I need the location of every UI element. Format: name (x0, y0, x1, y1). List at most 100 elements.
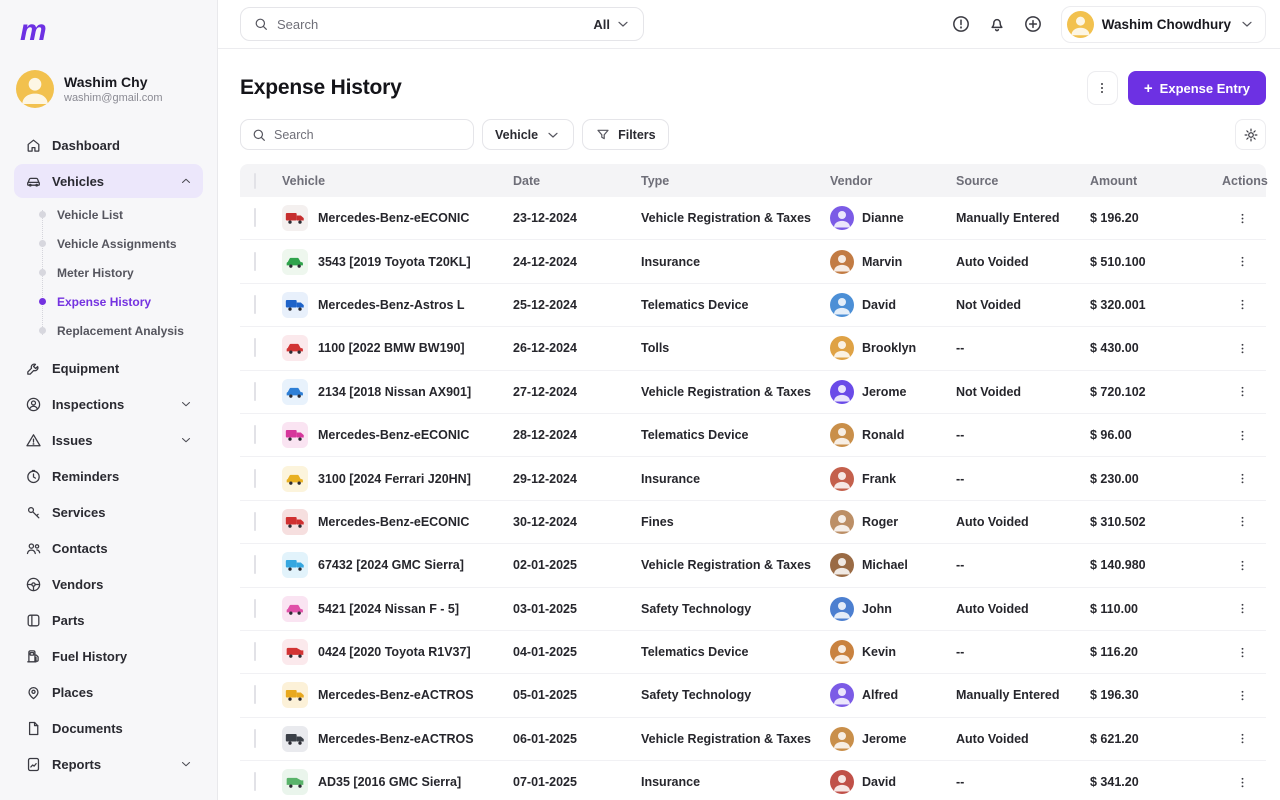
row-checkbox[interactable] (254, 425, 256, 444)
expense-amount: $ 310.502 (1090, 515, 1222, 529)
vehicle-thumbnail-icon (282, 292, 308, 318)
row-checkbox[interactable] (254, 685, 256, 704)
row-actions-button[interactable] (1235, 775, 1250, 790)
sidebar-item-dashboard[interactable]: Dashboard (14, 128, 203, 162)
vendor-name: Jerome (862, 385, 906, 399)
expense-entry-button[interactable]: + Expense Entry (1128, 71, 1266, 105)
expense-source: -- (956, 558, 1090, 572)
sidebar-item-parts[interactable]: Parts (14, 603, 203, 637)
sidebar-item-places[interactable]: Places (14, 675, 203, 709)
search-scope-dropdown[interactable]: All (593, 16, 631, 32)
row-checkbox[interactable] (254, 729, 256, 748)
plus-icon: + (1144, 80, 1153, 97)
row-checkbox[interactable] (254, 599, 256, 618)
expense-amount: $ 140.980 (1090, 558, 1222, 572)
row-actions-button[interactable] (1235, 211, 1250, 226)
account-name: Washim Chowdhury (1102, 17, 1231, 32)
row-checkbox[interactable] (254, 772, 256, 791)
row-checkbox[interactable] (254, 555, 256, 574)
expense-amount: $ 621.20 (1090, 732, 1222, 746)
row-checkbox[interactable] (254, 512, 256, 531)
vendor-avatar (830, 250, 854, 274)
vendor-avatar (830, 640, 854, 664)
global-search-input[interactable] (277, 17, 585, 32)
sidebar-item-inspections[interactable]: Inspections (14, 387, 203, 421)
vehicle-name: 5421 [2024 Nissan F - 5] (318, 602, 459, 616)
sidebar-item-vehicle-assignments[interactable]: Vehicle Assignments (39, 229, 203, 258)
table-search-input[interactable] (274, 128, 463, 142)
row-actions-button[interactable] (1235, 645, 1250, 660)
vendor-name: Marvin (862, 255, 902, 269)
bullet-dot-icon (39, 298, 46, 305)
fuel-icon (24, 647, 42, 665)
sidebar-item-contacts[interactable]: Contacts (14, 531, 203, 565)
row-checkbox[interactable] (254, 338, 256, 357)
sidebar-item-label: Reports (52, 757, 101, 772)
sidebar-item-vehicles[interactable]: Vehicles (14, 164, 203, 198)
row-actions-button[interactable] (1235, 601, 1250, 616)
expense-type: Vehicle Registration & Taxes (641, 558, 830, 572)
expense-type: Telematics Device (641, 298, 830, 312)
vehicle-thumbnail-icon (282, 379, 308, 405)
row-checkbox[interactable] (254, 208, 256, 227)
expense-amount: $ 430.00 (1090, 341, 1222, 355)
vendor-name: Kevin (862, 645, 896, 659)
row-actions-button[interactable] (1235, 731, 1250, 746)
search-scope-value: All (593, 17, 610, 32)
row-checkbox[interactable] (254, 642, 256, 661)
row-checkbox[interactable] (254, 469, 256, 488)
reports-icon (24, 755, 42, 773)
row-actions-button[interactable] (1235, 688, 1250, 703)
table-row: 67432 [2024 GMC Sierra]02-01-2025Vehicle… (240, 544, 1266, 587)
expense-source: -- (956, 472, 1090, 486)
table-settings-button[interactable] (1235, 119, 1266, 150)
expense-date: 26-12-2024 (513, 341, 641, 355)
sidebar-item-documents[interactable]: Documents (14, 711, 203, 745)
row-actions-button[interactable] (1235, 384, 1250, 399)
vendor-name: Roger (862, 515, 898, 529)
row-checkbox[interactable] (254, 252, 256, 271)
sidebar-item-issues[interactable]: Issues (14, 423, 203, 457)
sidebar-item-reminders[interactable]: Reminders (14, 459, 203, 493)
sidebar-item-equipment[interactable]: Equipment (14, 351, 203, 385)
row-actions-button[interactable] (1235, 514, 1250, 529)
bullet-dot-icon (39, 269, 46, 276)
sidebar-item-services[interactable]: Services (14, 495, 203, 529)
row-checkbox[interactable] (254, 382, 256, 401)
expense-source: Auto Voided (956, 602, 1090, 616)
expense-date: 28-12-2024 (513, 428, 641, 442)
expense-source: -- (956, 428, 1090, 442)
row-actions-button[interactable] (1235, 297, 1250, 312)
chevron-down-icon (615, 16, 631, 32)
vehicle-thumbnail-icon (282, 639, 308, 665)
brand-logo[interactable]: m (14, 14, 203, 48)
row-actions-button[interactable] (1235, 254, 1250, 269)
chevron-up-icon (179, 174, 193, 188)
row-actions-button[interactable] (1235, 558, 1250, 573)
filters-button[interactable]: Filters (582, 119, 669, 150)
row-checkbox[interactable] (254, 295, 256, 314)
vehicle-thumbnail-icon (282, 422, 308, 448)
user-profile[interactable]: Washim Chy washim@gmail.com (16, 70, 201, 108)
sidebar-item-replacement-analysis[interactable]: Replacement Analysis (39, 316, 203, 345)
sidebar-item-meter-history[interactable]: Meter History (39, 258, 203, 287)
account-menu[interactable]: Washim Chowdhury (1061, 6, 1266, 43)
row-actions-button[interactable] (1235, 341, 1250, 356)
plus-circle-icon[interactable] (1023, 14, 1043, 34)
bell-icon[interactable] (987, 14, 1007, 34)
vendor-avatar (830, 683, 854, 707)
sidebar-item-vehicle-list[interactable]: Vehicle List (39, 200, 203, 229)
select-all-checkbox[interactable] (254, 173, 256, 189)
row-actions-button[interactable] (1235, 428, 1250, 443)
app-window: m Washim Chy washim@gmail.com DashboardV… (0, 0, 1280, 800)
vehicle-filter-dropdown[interactable]: Vehicle (482, 119, 574, 150)
sidebar-item-fuel-history[interactable]: Fuel History (14, 639, 203, 673)
sidebar-item-vendors[interactable]: Vendors (14, 567, 203, 601)
sidebar-item-reports[interactable]: Reports (14, 747, 203, 781)
sidebar-item-expense-history[interactable]: Expense History (39, 287, 203, 316)
alert-circle-icon[interactable] (951, 14, 971, 34)
expense-date: 05-01-2025 (513, 688, 641, 702)
page-more-button[interactable] (1087, 71, 1118, 105)
expense-date: 06-01-2025 (513, 732, 641, 746)
row-actions-button[interactable] (1235, 471, 1250, 486)
